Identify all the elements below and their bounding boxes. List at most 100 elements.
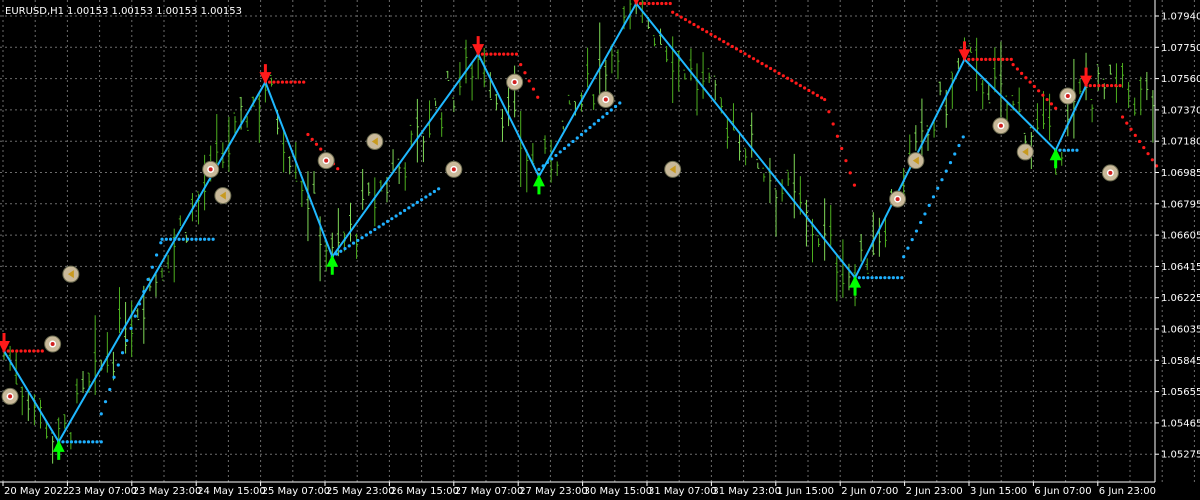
chart-header-symbol: EURUSD,H1 bbox=[5, 6, 64, 17]
support-dot bbox=[605, 111, 609, 116]
support-dot bbox=[601, 115, 605, 119]
support-dot bbox=[613, 104, 618, 109]
price-chart[interactable]: 1.07940 1.07750 1.07560 1.07370 1.07180 1.069… bbox=[0, 0, 1200, 500]
resistance-dot bbox=[1150, 158, 1154, 162]
support-dot bbox=[211, 237, 215, 241]
support-dot bbox=[428, 192, 432, 196]
x-tick-label: 23 May 07:00 bbox=[68, 486, 137, 497]
support-dot bbox=[103, 400, 108, 404]
resistance-dot bbox=[655, 1, 660, 6]
support-dot bbox=[900, 276, 904, 280]
resistance-dot bbox=[519, 63, 523, 67]
support-dot bbox=[857, 276, 861, 280]
support-dot bbox=[919, 220, 923, 225]
resistance-dot bbox=[1005, 57, 1009, 61]
support-dot bbox=[953, 152, 957, 156]
support-dot bbox=[99, 412, 103, 416]
resistance-dot bbox=[988, 57, 992, 61]
support-dot bbox=[133, 314, 137, 318]
resistance-dot bbox=[1118, 83, 1122, 88]
support-dot bbox=[99, 440, 103, 444]
support-dot bbox=[65, 440, 69, 444]
chart-window[interactable]: 1.07940 1.07750 1.07560 1.07370 1.07180 1.069… bbox=[0, 0, 1200, 500]
resistance-dot bbox=[811, 91, 815, 95]
support-dot bbox=[86, 440, 91, 444]
support-dot bbox=[373, 227, 377, 232]
support-dot bbox=[403, 208, 407, 213]
resistance-dot bbox=[523, 71, 527, 75]
support-dot bbox=[181, 237, 185, 241]
support-dot bbox=[364, 233, 368, 237]
resistance-dot bbox=[302, 80, 306, 84]
support-dot bbox=[91, 440, 95, 444]
support-dot bbox=[558, 150, 562, 154]
resistance-dot bbox=[493, 52, 497, 56]
support-dot bbox=[368, 230, 373, 234]
signal-dot-core bbox=[603, 97, 608, 102]
support-dot bbox=[554, 153, 558, 158]
resistance-dot bbox=[276, 80, 280, 84]
resistance-dot bbox=[1054, 106, 1058, 110]
support-dot bbox=[394, 214, 398, 218]
resistance-dot bbox=[1109, 83, 1114, 88]
support-dot bbox=[351, 241, 356, 245]
support-dot bbox=[550, 157, 554, 161]
resistance-dot bbox=[1133, 133, 1137, 137]
resistance-dot bbox=[527, 79, 531, 83]
support-dot bbox=[411, 203, 415, 207]
resistance-dot bbox=[489, 52, 493, 56]
resistance-dot bbox=[23, 349, 27, 353]
resistance-dot bbox=[531, 87, 536, 91]
signal-dot-core bbox=[324, 158, 329, 163]
support-dot bbox=[940, 178, 944, 182]
resistance-dot bbox=[280, 80, 285, 84]
support-dot bbox=[343, 246, 347, 251]
support-dot bbox=[159, 241, 163, 245]
y-tick-label: 1.06985 bbox=[1161, 168, 1200, 179]
resistance-dot bbox=[1137, 139, 1142, 144]
resistance-dot bbox=[306, 132, 310, 137]
support-dot bbox=[1071, 148, 1075, 152]
resistance-dot bbox=[713, 35, 717, 39]
resistance-dot bbox=[773, 69, 777, 73]
resistance-dot bbox=[6, 349, 10, 353]
support-dot bbox=[424, 195, 428, 199]
resistance-dot bbox=[1101, 83, 1105, 88]
resistance-dot bbox=[739, 49, 743, 53]
resistance-dot bbox=[760, 61, 764, 66]
resistance-dot bbox=[827, 110, 831, 114]
resistance-dot bbox=[285, 80, 289, 84]
support-dot bbox=[870, 276, 874, 280]
resistance-dot bbox=[40, 349, 44, 353]
resistance-dot bbox=[293, 80, 297, 84]
x-tick-label: 2 Jun 23:00 bbox=[906, 486, 963, 497]
resistance-dot bbox=[743, 52, 747, 56]
signal-dot-core bbox=[998, 123, 1003, 128]
y-tick-label: 1.06035 bbox=[1161, 325, 1200, 336]
resistance-dot bbox=[1037, 89, 1041, 93]
support-dot bbox=[1066, 148, 1071, 152]
support-dot bbox=[432, 189, 436, 194]
resistance-dot bbox=[835, 134, 840, 138]
resistance-dot bbox=[272, 80, 276, 84]
support-dot bbox=[150, 265, 154, 269]
resistance-dot bbox=[1142, 145, 1146, 150]
signal-dot-core bbox=[895, 197, 900, 202]
resistance-dot bbox=[1120, 115, 1125, 119]
resistance-dot bbox=[768, 66, 773, 71]
resistance-dot bbox=[1015, 67, 1019, 71]
support-dot bbox=[961, 135, 965, 139]
resistance-dot bbox=[807, 88, 811, 93]
y-tick-label: 1.06605 bbox=[1161, 231, 1200, 242]
y-tick-label: 1.06415 bbox=[1161, 262, 1200, 273]
support-dot bbox=[927, 203, 931, 207]
y-tick-label: 1.05465 bbox=[1161, 418, 1200, 429]
support-dot bbox=[957, 143, 961, 148]
resistance-dot bbox=[696, 25, 700, 29]
resistance-dot bbox=[717, 37, 722, 41]
support-dot bbox=[360, 236, 364, 240]
x-tick-label: 31 May 07:00 bbox=[648, 486, 717, 497]
support-dot bbox=[415, 200, 419, 204]
support-dot bbox=[356, 238, 360, 243]
resistance-dot bbox=[840, 146, 844, 151]
